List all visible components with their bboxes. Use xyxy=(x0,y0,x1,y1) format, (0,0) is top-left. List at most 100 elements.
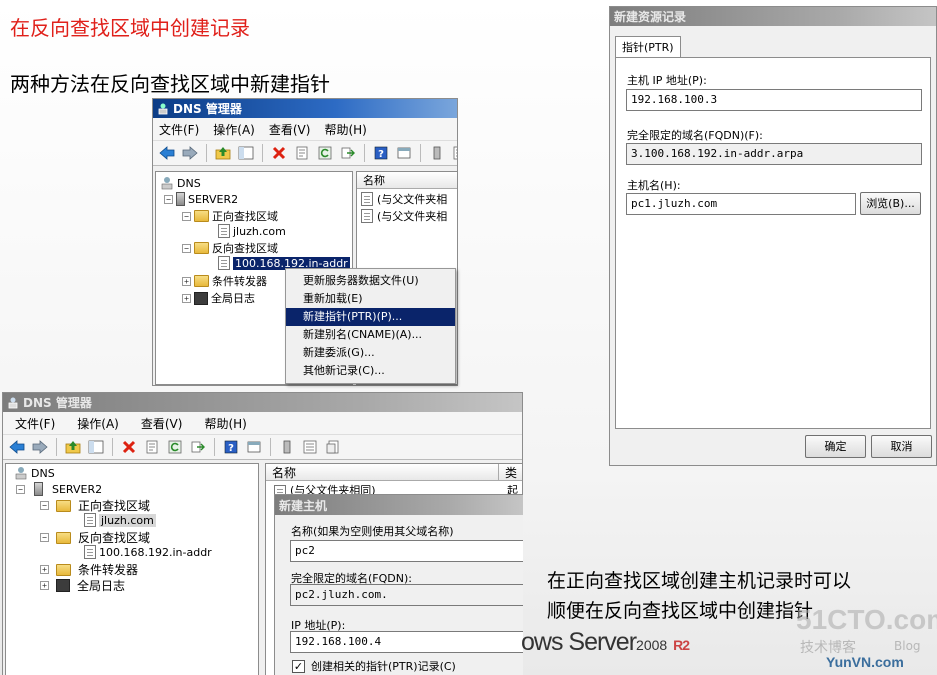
tree-item-forward-zones[interactable]: − 正向查找区域 xyxy=(182,208,278,224)
menu-view[interactable]: 查看(V) xyxy=(141,415,183,432)
slide-title: 在反向查找区域中创建记录 xyxy=(10,16,250,40)
tree-label: 正向查找区域 xyxy=(212,210,278,223)
back-arrow-icon[interactable] xyxy=(7,437,27,457)
server-icon xyxy=(34,482,43,496)
forward-arrow-icon[interactable] xyxy=(180,143,200,163)
up-folder-icon[interactable] xyxy=(213,143,233,163)
tree-item-server[interactable]: − SERVER2 xyxy=(16,482,102,496)
folder-icon xyxy=(194,210,209,222)
dialog-titlebar[interactable]: 新建主机 xyxy=(275,495,523,515)
cancel-button[interactable]: 取消 xyxy=(871,435,932,458)
browse-button[interactable]: 浏览(B)... xyxy=(860,192,921,215)
delete-icon[interactable] xyxy=(119,437,139,457)
tree-item-forward-zone-jluzh[interactable]: jluzh.com xyxy=(84,513,156,527)
toolbar: ? xyxy=(3,434,522,460)
host-ip-field[interactable]: 192.168.100.3 xyxy=(626,89,922,111)
column-header-type[interactable]: 类 xyxy=(499,464,517,481)
collapse-toggle[interactable]: − xyxy=(16,484,25,494)
ok-button[interactable]: 确定 xyxy=(805,435,866,458)
menu-file[interactable]: 文件(F) xyxy=(159,121,199,138)
properties-icon[interactable] xyxy=(142,437,162,457)
show-hide-tree-icon[interactable] xyxy=(86,437,106,457)
help-icon[interactable]: ? xyxy=(221,437,241,457)
collapse-toggle[interactable]: − xyxy=(182,243,191,253)
show-hide-tree-icon[interactable] xyxy=(236,143,256,163)
menu-item-reload[interactable]: 重新加载(E) xyxy=(286,290,455,308)
slide-subtitle: 两种方法在反向查找区域中新建指针 xyxy=(10,72,330,96)
document-icon[interactable] xyxy=(323,437,343,457)
menu-help[interactable]: 帮助(H) xyxy=(204,415,246,432)
dns-app-icon xyxy=(158,103,168,114)
tree-label: SERVER2 xyxy=(52,482,103,496)
forward-arrow-icon[interactable] xyxy=(30,437,50,457)
tree-item-reverse-zones[interactable]: − 反向查找区域 xyxy=(182,240,278,256)
create-ptr-checkbox-row[interactable]: ✓ 创建相关的指针(PTR)记录(C) xyxy=(292,658,456,674)
hostname-field[interactable]: pc1.jluzh.com xyxy=(626,193,856,215)
dialog-titlebar[interactable]: 新建资源记录 xyxy=(610,7,936,26)
list-item[interactable]: (与父文件夹相 xyxy=(361,191,447,207)
menu-item-other-records[interactable]: 其他新记录(C)... xyxy=(286,362,455,380)
server-icon[interactable] xyxy=(277,437,297,457)
collapse-toggle[interactable]: − xyxy=(182,211,191,221)
properties-icon[interactable] xyxy=(292,143,312,163)
up-folder-icon[interactable] xyxy=(63,437,83,457)
menu-item-update-server-data[interactable]: 更新服务器数据文件(U) xyxy=(286,272,455,290)
expand-toggle[interactable]: + xyxy=(40,581,49,590)
tree-item-dns[interactable]: DNS xyxy=(160,176,201,190)
collapse-toggle[interactable]: − xyxy=(164,194,173,204)
console-icon[interactable] xyxy=(244,437,264,457)
dns-manager-titlebar[interactable]: DNS 管理器 xyxy=(3,393,522,412)
folder-icon xyxy=(194,275,209,287)
folder-icon xyxy=(194,242,209,254)
export-icon[interactable] xyxy=(188,437,208,457)
record-icon xyxy=(361,192,373,206)
expand-toggle[interactable]: + xyxy=(182,276,191,286)
menu-item-new-delegation[interactable]: 新建委派(G)... xyxy=(286,344,455,362)
server-icon[interactable] xyxy=(427,143,447,163)
menu-help[interactable]: 帮助(H) xyxy=(324,121,366,138)
tree-item-global-logs[interactable]: + 全局日志 xyxy=(182,290,255,306)
collapse-toggle[interactable]: − xyxy=(40,533,49,542)
tree-item-conditional-forwarders[interactable]: + 条件转发器 xyxy=(40,561,138,578)
tree-item-global-logs[interactable]: + 全局日志 xyxy=(40,577,125,594)
ip-field[interactable]: 192.168.100.4 xyxy=(290,631,523,653)
menu-file[interactable]: 文件(F) xyxy=(15,415,55,432)
menu-view[interactable]: 查看(V) xyxy=(269,121,311,138)
back-arrow-icon[interactable] xyxy=(157,143,177,163)
refresh-icon[interactable] xyxy=(165,437,185,457)
menu-item-new-pointer[interactable]: 新建指针(PTR)(P)... xyxy=(286,308,455,326)
delete-icon[interactable] xyxy=(269,143,289,163)
expand-toggle[interactable]: + xyxy=(182,293,191,303)
tree-item-server[interactable]: − SERVER2 xyxy=(164,192,238,206)
refresh-icon[interactable] xyxy=(315,143,335,163)
column-header-name[interactable]: 名称 xyxy=(266,464,499,481)
tab-pointer-ptr[interactable]: 指针(PTR) xyxy=(615,36,681,57)
column-header-name[interactable]: 名称 xyxy=(357,172,457,189)
caption-line-1: 在正向查找区域创建主机记录时可以 xyxy=(547,570,852,592)
list-icon[interactable] xyxy=(300,437,320,457)
collapse-toggle[interactable]: − xyxy=(40,501,49,510)
help-icon[interactable]: ? xyxy=(371,143,391,163)
tree-item-forward-zone-jluzh[interactable]: jluzh.com xyxy=(218,224,286,238)
menu-action[interactable]: 操作(A) xyxy=(77,415,119,432)
console-icon[interactable] xyxy=(394,143,414,163)
name-field[interactable]: pc2 xyxy=(290,540,523,562)
menu-item-new-alias[interactable]: 新建别名(CNAME)(A)... xyxy=(286,326,455,344)
tree-item-dns[interactable]: DNS xyxy=(14,466,55,480)
window-title: DNS 管理器 xyxy=(173,102,242,116)
list-icon[interactable] xyxy=(450,143,457,163)
tree-item-conditional-forwarders[interactable]: + 条件转发器 xyxy=(182,273,267,289)
create-ptr-checkbox[interactable]: ✓ xyxy=(292,659,305,673)
watermark-yunvn: YunVN.com xyxy=(826,654,904,670)
list-item-label: (与父文件夹相 xyxy=(377,193,448,206)
tree-item-forward-zones[interactable]: − 正向查找区域 xyxy=(40,497,150,514)
dns-manager-titlebar[interactable]: DNS 管理器 xyxy=(153,99,457,118)
menu-action[interactable]: 操作(A) xyxy=(213,121,255,138)
tree-item-reverse-zone[interactable]: 100.168.192.in-addr xyxy=(84,545,212,559)
list-item[interactable]: (与父文件夹相 xyxy=(361,208,447,224)
dialog-title: 新建资源记录 xyxy=(614,10,687,24)
tree-item-reverse-zones[interactable]: − 反向查找区域 xyxy=(40,529,150,546)
tree-label-selected: jluzh.com xyxy=(99,513,156,527)
expand-toggle[interactable]: + xyxy=(40,565,49,574)
export-icon[interactable] xyxy=(338,143,358,163)
